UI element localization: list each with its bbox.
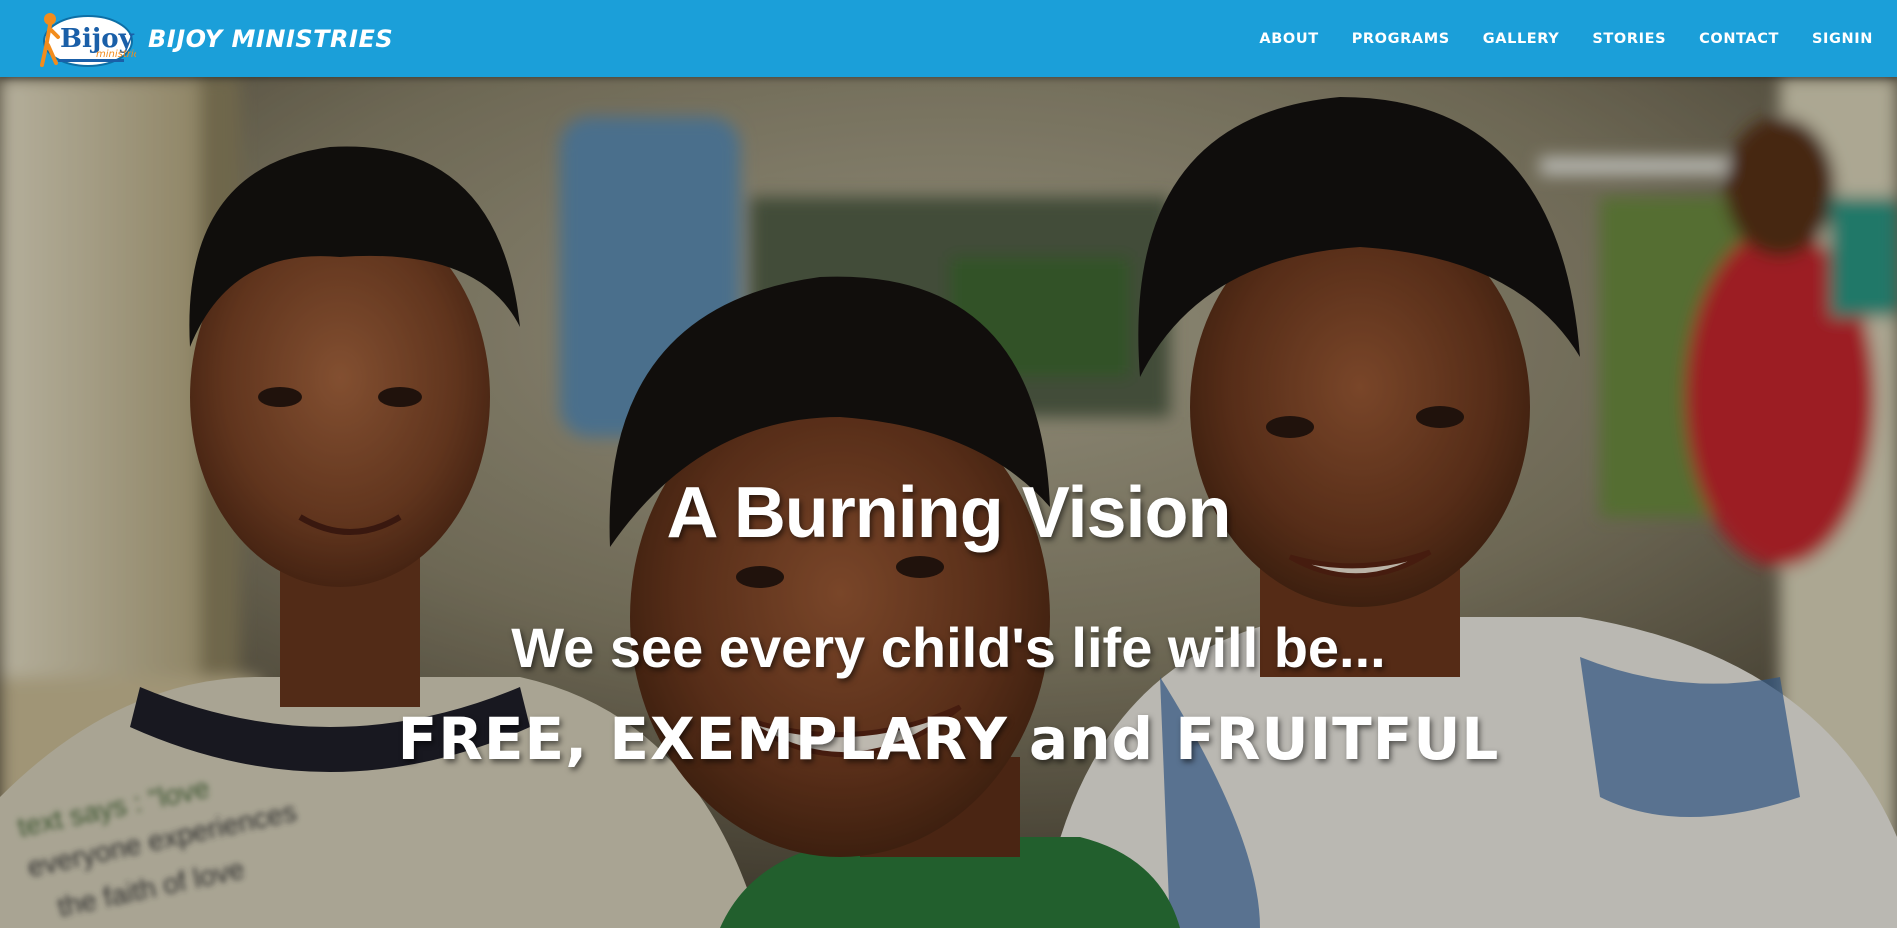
- nav-programs[interactable]: PROGRAMS: [1352, 31, 1450, 47]
- bijoy-logo-icon[interactable]: Bijoy ministries: [36, 7, 145, 71]
- hero-title: A Burning Vision: [666, 473, 1231, 553]
- nav-signin[interactable]: SIGNIN: [1812, 31, 1873, 47]
- main-nav: ABOUT PROGRAMS GALLERY STORIES CONTACT S…: [1226, 0, 1873, 77]
- nav-stories[interactable]: STORIES: [1592, 31, 1666, 47]
- hero-tagline: FREE, EXEMPLARY and FRUITFUL: [397, 705, 1500, 773]
- svg-text:ministries: ministries: [96, 49, 136, 60]
- hero-content: A Burning Vision We see every child's li…: [0, 77, 1897, 928]
- brand-name[interactable]: BIJOY MINISTRIES: [148, 25, 393, 53]
- nav-gallery[interactable]: GALLERY: [1483, 31, 1560, 47]
- hero-section: text says : "love everyone experiences t…: [0, 77, 1897, 928]
- hero-subtitle: We see every child's life will be...: [511, 616, 1386, 679]
- nav-contact[interactable]: CONTACT: [1699, 31, 1779, 47]
- nav-about[interactable]: ABOUT: [1259, 31, 1318, 47]
- top-navbar: Bijoy ministries BIJOY MINISTRIES ABOUT …: [0, 0, 1897, 77]
- brand[interactable]: Bijoy ministries BIJOY MINISTRIES: [36, 6, 393, 72]
